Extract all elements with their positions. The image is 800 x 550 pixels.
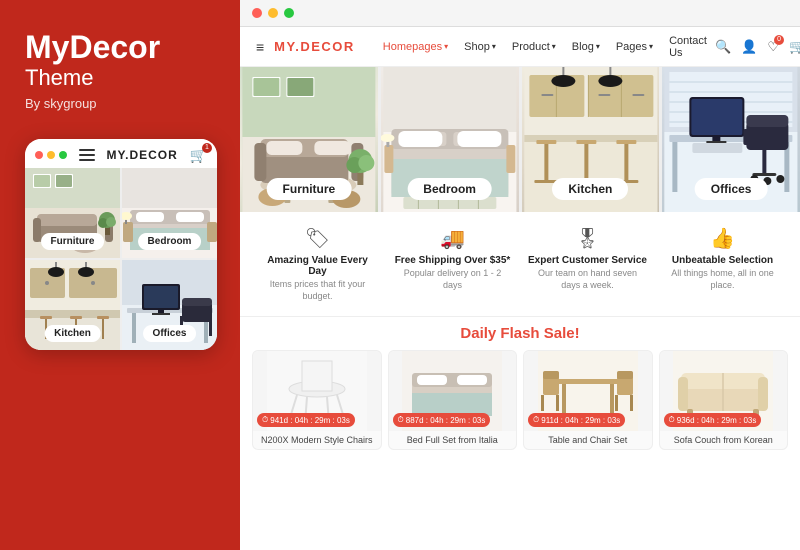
hero-cell-bedroom[interactable]: Bedroom <box>381 67 519 212</box>
hero-label-offices: Offices <box>695 178 768 200</box>
product-name-1: N200X Modern Style Chairs <box>253 431 381 449</box>
hero-cell-kitchen[interactable]: Kitchen <box>522 67 660 212</box>
nav-link-pages[interactable]: Pages ▾ <box>608 41 661 53</box>
mobile-dots <box>35 151 67 159</box>
hero-cell-furniture[interactable]: Furniture <box>240 67 378 212</box>
browser-dot-red[interactable] <box>252 8 262 18</box>
left-panel: MyDecor Theme By skygroup MY.DECOR 🛒 1 <box>0 0 240 550</box>
mobile-label-kitchen: Kitchen <box>44 325 101 342</box>
nav-link-shop[interactable]: Shop ▾ <box>456 41 504 53</box>
feature-shipping-desc: Popular delivery on 1 - 2 days <box>393 268 512 291</box>
mobile-label-bedroom: Bedroom <box>138 233 202 250</box>
mobile-cell-bedroom[interactable]: Bedroom <box>122 168 217 258</box>
flash-sale-title: Daily Flash Sale! <box>252 325 788 342</box>
mobile-hamburger-icon[interactable] <box>79 149 95 161</box>
feature-value: 🏷 Amazing Value Every Day Items prices t… <box>250 226 385 302</box>
product-card-chair[interactable]: ⏱941d : 04h : 29m : 03s N200X Modern Sty… <box>252 350 382 450</box>
product-img-bed: ⏱887d : 04h : 29m : 03s <box>389 351 517 431</box>
feature-selection: 👍 Unbeatable Selection All things home, … <box>655 226 790 302</box>
feature-service-desc: Our team on hand seven days a week. <box>528 268 647 291</box>
product-name-4: Sofa Couch from Korean <box>660 431 788 449</box>
feature-selection-desc: All things home, all in one place. <box>663 268 782 291</box>
nav-link-contact[interactable]: Contact Us <box>661 35 715 59</box>
product-card-bed[interactable]: ⏱887d : 04h : 29m : 03s Bed Full Set fro… <box>388 350 518 450</box>
browser-dot-green[interactable] <box>284 8 294 18</box>
feature-shipping-icon: 🚚 <box>440 226 465 251</box>
mobile-category-grid: Furniture <box>25 168 217 350</box>
nav-brand: MY.DECOR <box>274 39 355 54</box>
feature-value-desc: Items prices that fit your budget. <box>258 279 377 302</box>
feature-strip: 🏷 Amazing Value Every Day Items prices t… <box>240 212 800 317</box>
mobile-cell-furniture[interactable]: Furniture <box>25 168 120 258</box>
feature-service-icon: 🎖 <box>575 226 600 251</box>
flash-sale-section: Daily Flash Sale! <box>240 317 800 550</box>
hero-label-kitchen: Kitchen <box>552 178 628 200</box>
nav-links: Homepages ▾ Shop ▾ Product ▾ Blog ▾ Page… <box>375 35 715 59</box>
feature-shipping: 🚚 Free Shipping Over $35* Popular delive… <box>385 226 520 302</box>
mobile-label-furniture: Furniture <box>41 233 105 250</box>
mobile-cart-badge: 1 <box>202 143 212 153</box>
mobile-label-offices: Offices <box>143 325 197 342</box>
nav-link-homepages[interactable]: Homepages ▾ <box>375 41 456 53</box>
product-card-table[interactable]: ⏱911d : 04h : 29m : 03s Table and Chair … <box>523 350 653 450</box>
feature-selection-title: Unbeatable Selection <box>672 255 773 266</box>
product-img-table: ⏱911d : 04h : 29m : 03s <box>524 351 652 431</box>
right-panel: ≡ MY.DECOR Homepages ▾ Shop ▾ Product ▾ … <box>240 0 800 550</box>
wishlist-icon[interactable]: ♡ 0 <box>767 39 779 55</box>
mobile-dot-green <box>59 151 67 159</box>
browser-dot-yellow[interactable] <box>268 8 278 18</box>
brand-title: MyDecor Theme By skygroup <box>25 30 215 139</box>
nav-link-blog[interactable]: Blog ▾ <box>564 41 608 53</box>
hero-label-furniture: Furniture <box>267 178 352 200</box>
user-icon[interactable]: 👤 <box>741 39 757 55</box>
mobile-dot-red <box>35 151 43 159</box>
browser-chrome <box>240 0 800 27</box>
hero-category-grid: Furniture <box>240 67 800 212</box>
nav-link-product[interactable]: Product ▾ <box>504 41 564 53</box>
product-img-chair: ⏱941d : 04h : 29m : 03s <box>253 351 381 431</box>
product-timer-2: ⏱887d : 04h : 29m : 03s <box>393 413 491 427</box>
mobile-cell-kitchen[interactable]: Kitchen <box>25 260 120 350</box>
product-grid: ⏱941d : 04h : 29m : 03s N200X Modern Sty… <box>252 350 788 450</box>
mobile-brand: MY.DECOR <box>106 148 177 162</box>
product-name-3: Table and Chair Set <box>524 431 652 449</box>
nav-hamburger-icon[interactable]: ≡ <box>256 39 264 55</box>
hero-cell-offices[interactable]: Offices <box>662 67 800 212</box>
feature-value-icon: 🏷 <box>305 226 330 251</box>
product-img-sofa: ⏱936d : 04h : 29m : 03s <box>660 351 788 431</box>
mobile-cart-icon[interactable]: 🛒 1 <box>190 147 207 164</box>
site-navbar: ≡ MY.DECOR Homepages ▾ Shop ▾ Product ▾ … <box>240 27 800 67</box>
cart-icon[interactable]: 🛒 0 <box>789 39 800 55</box>
mobile-mockup: MY.DECOR 🛒 1 <box>25 139 217 350</box>
mobile-dot-yellow <box>47 151 55 159</box>
mobile-cell-offices[interactable]: Offices <box>122 260 217 350</box>
search-icon[interactable]: 🔍 <box>715 39 731 55</box>
feature-service-title: Expert Customer Service <box>528 255 647 266</box>
product-timer-4: ⏱936d : 04h : 29m : 03s <box>664 413 762 427</box>
feature-value-title: Amazing Value Every Day <box>258 255 377 277</box>
hero-label-bedroom: Bedroom <box>407 178 492 200</box>
product-timer-1: ⏱941d : 04h : 29m : 03s <box>257 413 355 427</box>
nav-icons: 🔍 👤 ♡ 0 🛒 0 <box>715 39 800 55</box>
mobile-top-bar: MY.DECOR 🛒 1 <box>25 139 217 168</box>
feature-selection-icon: 👍 <box>710 226 735 251</box>
product-name-2: Bed Full Set from Italia <box>389 431 517 449</box>
feature-shipping-title: Free Shipping Over $35* <box>395 255 511 266</box>
feature-service: 🎖 Expert Customer Service Our team on ha… <box>520 226 655 302</box>
product-timer-3: ⏱911d : 04h : 29m : 03s <box>528 413 625 427</box>
product-card-sofa[interactable]: ⏱936d : 04h : 29m : 03s Sofa Couch from … <box>659 350 789 450</box>
